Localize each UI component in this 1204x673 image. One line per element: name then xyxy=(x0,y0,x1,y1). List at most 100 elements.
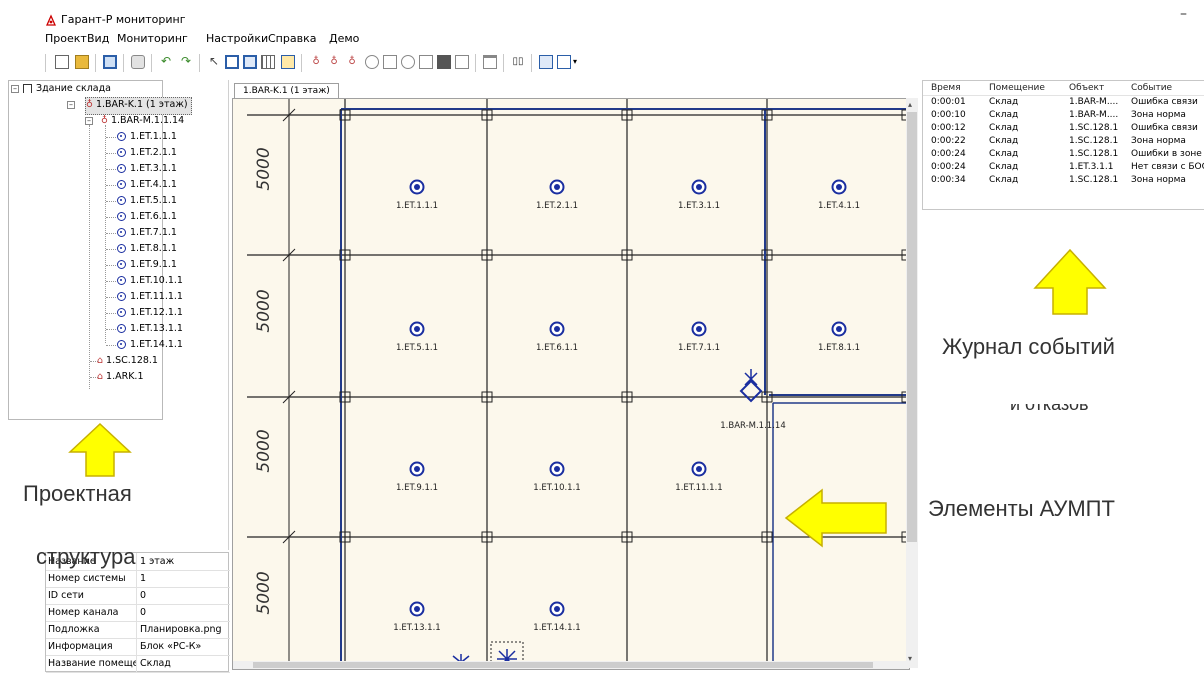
app-icon xyxy=(45,14,57,29)
chevron-down-icon[interactable]: ▾ xyxy=(573,55,587,69)
checkbox-tool-icon[interactable] xyxy=(455,55,469,69)
property-key: Подложка xyxy=(48,621,137,638)
tree-item-detector[interactable]: 1.ET.3.1.1 xyxy=(117,161,177,177)
detector-icon xyxy=(117,148,126,157)
image-icon[interactable] xyxy=(281,55,295,69)
vertical-scrollbar[interactable]: ▴ ▾ xyxy=(906,98,918,668)
log-cell: Ошибка связи xyxy=(1131,97,1198,107)
menu-demo[interactable]: Демо xyxy=(329,32,359,45)
tree-item-detector[interactable]: 1.ET.13.1.1 xyxy=(117,321,183,337)
property-key: Номер системы xyxy=(48,570,137,587)
property-value: 0 xyxy=(140,607,147,618)
tree-item-detector[interactable]: 1.ET.14.1.1 xyxy=(117,337,183,353)
log-cell: 1.SC.128.1 xyxy=(1069,136,1119,146)
detector-icon xyxy=(117,244,126,253)
detector-label: 1.ET.6.1.1 xyxy=(536,343,578,353)
detector-label: 1.ET.7.1.1 xyxy=(678,343,720,353)
log-cell: Склад xyxy=(989,149,1019,159)
tree-label: 1.ARK.1 xyxy=(106,371,144,382)
menu-view[interactable]: Вид xyxy=(87,32,109,45)
menu-help[interactable]: Справка xyxy=(268,32,316,45)
minimize-button[interactable]: – xyxy=(1180,6,1187,22)
detector-add-icon[interactable]: ♁ xyxy=(309,55,323,69)
columns-icon[interactable]: ▯▯ xyxy=(511,55,525,69)
collapse-toggle-icon[interactable]: – xyxy=(11,85,19,93)
tree-item-detector[interactable]: 1.ET.7.1.1 xyxy=(117,225,177,241)
open-folder-icon[interactable] xyxy=(75,55,89,69)
log-cell: Ошибки в зоне xyxy=(1131,149,1202,159)
menu-settings[interactable]: Настройки xyxy=(206,32,268,45)
property-value: 1 этаж xyxy=(140,556,175,567)
tree-label: 1.ET.9.1.1 xyxy=(130,259,177,270)
new-file-icon[interactable] xyxy=(55,55,69,69)
property-row[interactable]: ID сети 0 xyxy=(46,587,230,605)
log-header[interactable]: Время xyxy=(931,83,961,93)
log-cell: 0:00:01 xyxy=(931,97,966,107)
detector-icon-core xyxy=(696,326,702,332)
property-row[interactable]: Информация Блок «РС-К» xyxy=(46,638,230,656)
tree-item-module[interactable]: ♁ 1.BAR-M.1.1.14 xyxy=(101,113,184,129)
property-value: Планировка.png xyxy=(140,624,222,635)
property-row[interactable]: Номер системы 1 xyxy=(46,570,230,588)
log-cell: Нет связи с БОС xyxy=(1131,162,1204,172)
log-cell: 1.BAR-M.... xyxy=(1069,110,1119,120)
property-row[interactable]: Номер канала 0 xyxy=(46,604,230,622)
list-icon[interactable] xyxy=(539,55,553,69)
tree-item-detector[interactable]: 1.ET.6.1.1 xyxy=(117,209,177,225)
log-header[interactable]: Событие xyxy=(1131,83,1172,93)
tab-strip: 1.BAR-K.1 (1 этаж) xyxy=(230,80,916,99)
collapse-toggle-icon[interactable]: – xyxy=(85,117,93,125)
collapse-toggle-icon[interactable]: – xyxy=(67,101,75,109)
property-row[interactable]: Название помещенияСклад xyxy=(46,655,230,673)
tree-item-detector[interactable]: 1.ET.12.1.1 xyxy=(117,305,183,321)
redo-icon[interactable]: ↷ xyxy=(179,55,193,69)
detector-label: 1.ET.14.1.1 xyxy=(533,623,580,633)
cross-circle-icon[interactable] xyxy=(401,55,415,69)
floor-plan-canvas[interactable]: 5000 5000 5000 5000 1.ET.1.1.1 1.ET.2.1.1 1.ET… xyxy=(232,98,910,670)
log-header[interactable]: Помещение xyxy=(989,83,1045,93)
scroll-thumb[interactable] xyxy=(907,112,917,542)
tree-item-detector[interactable]: 1.ET.11.1.1 xyxy=(117,289,183,305)
connect-icon[interactable] xyxy=(225,55,239,69)
menu-project[interactable]: Проект xyxy=(45,32,87,45)
horizontal-scroll-thumb xyxy=(253,662,873,668)
tree-item-detector[interactable]: 1.ET.10.1.1 xyxy=(117,273,183,289)
module-add-icon[interactable]: ♁ xyxy=(327,55,341,69)
save-icon[interactable] xyxy=(103,55,117,69)
tree-item-detector[interactable]: 1.ET.5.1.1 xyxy=(117,193,177,209)
tree-item-ark[interactable]: ⌂ 1.ARK.1 xyxy=(97,369,144,385)
log-cell: Зона норма xyxy=(1131,136,1186,146)
box-tool-icon[interactable] xyxy=(383,55,397,69)
delete-icon[interactable] xyxy=(483,55,497,69)
circle-tool-icon[interactable] xyxy=(365,55,379,69)
tree-item-sc[interactable]: ⌂ 1.SC.128.1 xyxy=(97,353,158,369)
grid-icon[interactable] xyxy=(261,55,275,69)
report-icon[interactable] xyxy=(557,55,571,69)
tree-item-detector[interactable]: 1.ET.8.1.1 xyxy=(117,241,177,257)
detector-icon-core xyxy=(696,466,702,472)
undo-icon[interactable]: ↶ xyxy=(159,55,173,69)
property-row[interactable]: Подложка Планировка.png xyxy=(46,621,230,639)
tree-label: 1.ET.2.1.1 xyxy=(130,147,177,158)
tree-item-building[interactable]: Здание склада xyxy=(23,81,111,97)
tree-label: Здание склада xyxy=(36,83,111,94)
database-icon[interactable] xyxy=(131,55,145,69)
pointer-icon[interactable]: ↖ xyxy=(207,55,221,69)
panel-icon[interactable] xyxy=(437,55,451,69)
tree-item-detector[interactable]: 1.ET.9.1.1 xyxy=(117,257,177,273)
tree-item-detector[interactable]: 1.ET.1.1.1 xyxy=(117,129,177,145)
log-header[interactable]: Объект xyxy=(1069,83,1104,93)
tab-floor-plan[interactable]: 1.BAR-K.1 (1 этаж) xyxy=(234,83,339,99)
valve-icon[interactable] xyxy=(419,55,433,69)
scroll-up-icon[interactable]: ▴ xyxy=(908,100,912,109)
tree-label: 1.ET.5.1.1 xyxy=(130,195,177,206)
tree-item-detector[interactable]: 1.ET.2.1.1 xyxy=(117,145,177,161)
menu-monitoring[interactable]: Мониторинг xyxy=(117,32,188,45)
room-icon[interactable] xyxy=(243,55,257,69)
detector-icon xyxy=(117,132,126,141)
arrow-up-icon-journal xyxy=(1033,248,1107,315)
tree-label: 1.ET.11.1.1 xyxy=(130,291,183,302)
scroll-down-icon[interactable]: ▾ xyxy=(908,654,912,663)
sc-add-icon[interactable]: ♁ xyxy=(345,55,359,69)
tree-item-detector[interactable]: 1.ET.4.1.1 xyxy=(117,177,177,193)
